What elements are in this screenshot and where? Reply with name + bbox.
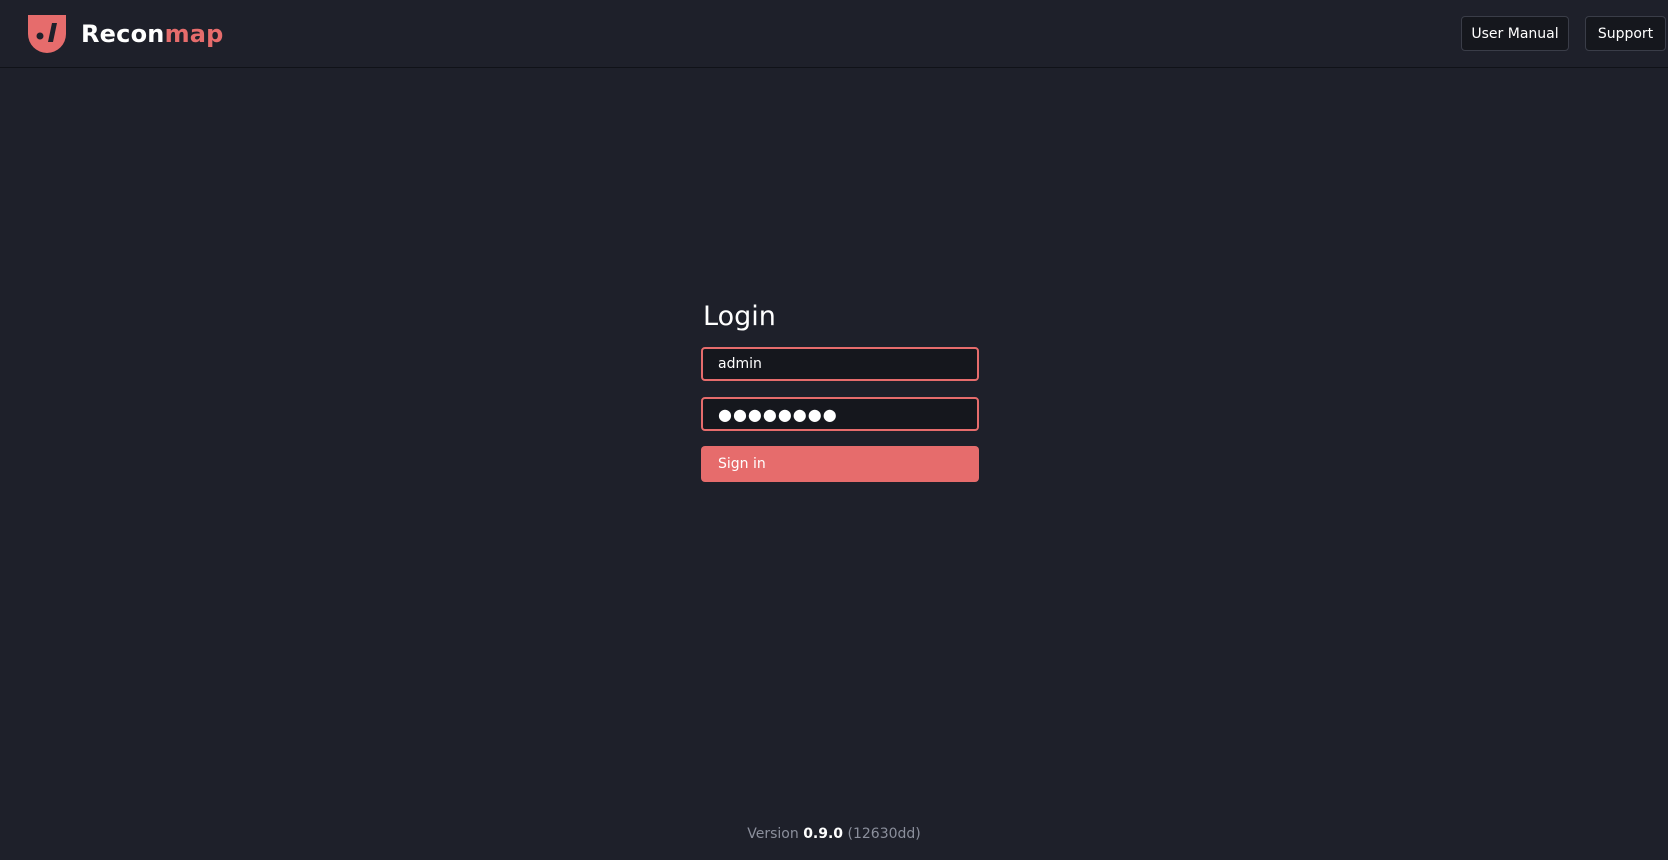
username-field[interactable]	[701, 347, 979, 381]
user-manual-button[interactable]: User Manual	[1461, 16, 1569, 51]
password-field[interactable]	[701, 397, 979, 431]
version-label: Version	[747, 826, 799, 842]
sign-in-button[interactable]: Sign in	[701, 446, 979, 482]
app-name-part2: map	[164, 20, 224, 48]
page-title: Login	[703, 301, 776, 332]
app-name: Reconmap	[81, 20, 224, 48]
commit-hash: (12630dd)	[847, 826, 921, 842]
reconmap-shield-icon	[28, 15, 66, 53]
brand[interactable]: Reconmap	[28, 14, 224, 54]
version-footer: Version 0.9.0 (12630dd)	[0, 826, 1668, 842]
version-number: 0.9.0	[803, 826, 844, 842]
support-button[interactable]: Support	[1585, 16, 1666, 51]
top-navbar: Reconmap User Manual Support	[0, 0, 1668, 68]
app-name-part1: Recon	[81, 20, 165, 48]
